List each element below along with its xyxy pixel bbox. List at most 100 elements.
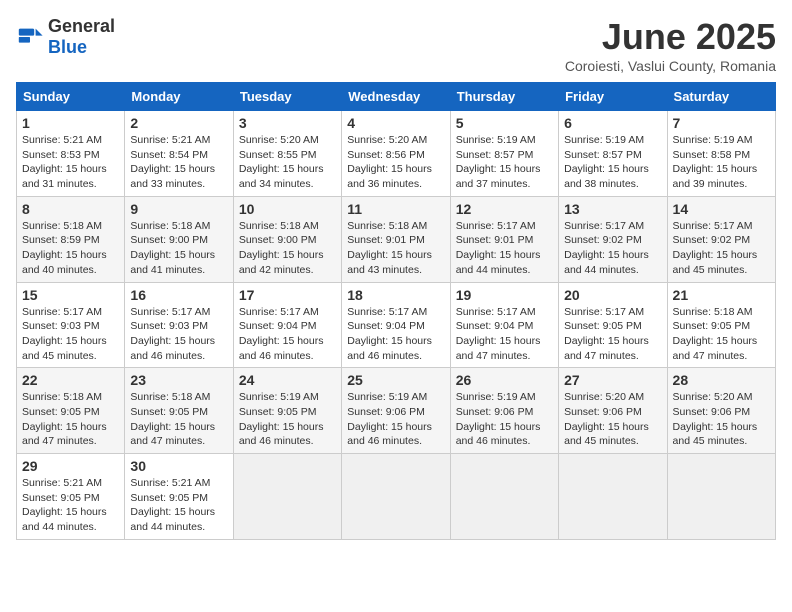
day-info: Sunrise: 5:17 AM Sunset: 9:05 PM Dayligh…: [564, 305, 661, 364]
day-number: 3: [239, 115, 336, 131]
day-cell-10: 10 Sunrise: 5:18 AM Sunset: 9:00 PM Dayli…: [233, 196, 341, 282]
day-info: Sunrise: 5:21 AM Sunset: 8:54 PM Dayligh…: [130, 133, 227, 192]
day-info: Sunrise: 5:17 AM Sunset: 9:04 PM Dayligh…: [456, 305, 553, 364]
day-number: 9: [130, 201, 227, 217]
day-number: 22: [22, 372, 119, 388]
header: General Blue June 2025 Coroiesti, Vaslui…: [16, 16, 776, 74]
day-info: Sunrise: 5:19 AM Sunset: 9:06 PM Dayligh…: [456, 390, 553, 449]
empty-cell: [342, 454, 450, 540]
day-info: Sunrise: 5:21 AM Sunset: 9:05 PM Dayligh…: [130, 476, 227, 535]
day-number: 20: [564, 287, 661, 303]
day-cell-15: 15 Sunrise: 5:17 AM Sunset: 9:03 PM Dayli…: [17, 282, 125, 368]
day-info: Sunrise: 5:17 AM Sunset: 9:04 PM Dayligh…: [347, 305, 444, 364]
header-friday: Friday: [559, 83, 667, 111]
day-info: Sunrise: 5:19 AM Sunset: 9:05 PM Dayligh…: [239, 390, 336, 449]
day-info: Sunrise: 5:21 AM Sunset: 9:05 PM Dayligh…: [22, 476, 119, 535]
day-cell-2: 2 Sunrise: 5:21 AM Sunset: 8:54 PM Daylig…: [125, 111, 233, 197]
logo-blue: Blue: [48, 37, 87, 57]
day-info: Sunrise: 5:18 AM Sunset: 9:00 PM Dayligh…: [130, 219, 227, 278]
day-number: 29: [22, 458, 119, 474]
day-info: Sunrise: 5:18 AM Sunset: 9:05 PM Dayligh…: [130, 390, 227, 449]
day-number: 15: [22, 287, 119, 303]
day-info: Sunrise: 5:17 AM Sunset: 9:02 PM Dayligh…: [564, 219, 661, 278]
header-tuesday: Tuesday: [233, 83, 341, 111]
day-info: Sunrise: 5:17 AM Sunset: 9:02 PM Dayligh…: [673, 219, 770, 278]
empty-cell: [559, 454, 667, 540]
day-number: 16: [130, 287, 227, 303]
day-cell-28: 28 Sunrise: 5:20 AM Sunset: 9:06 PM Dayli…: [667, 368, 775, 454]
day-cell-1: 1 Sunrise: 5:21 AM Sunset: 8:53 PM Daylig…: [17, 111, 125, 197]
day-info: Sunrise: 5:20 AM Sunset: 9:06 PM Dayligh…: [564, 390, 661, 449]
day-number: 4: [347, 115, 444, 131]
day-cell-18: 18 Sunrise: 5:17 AM Sunset: 9:04 PM Dayli…: [342, 282, 450, 368]
day-cell-7: 7 Sunrise: 5:19 AM Sunset: 8:58 PM Daylig…: [667, 111, 775, 197]
day-info: Sunrise: 5:17 AM Sunset: 9:04 PM Dayligh…: [239, 305, 336, 364]
day-number: 14: [673, 201, 770, 217]
day-cell-23: 23Sunrise: 5:18 AM Sunset: 9:05 PM Dayli…: [125, 368, 233, 454]
calendar-table: SundayMondayTuesdayWednesdayThursdayFrid…: [16, 82, 776, 540]
empty-cell: [450, 454, 558, 540]
day-number: 8: [22, 201, 119, 217]
day-info: Sunrise: 5:19 AM Sunset: 8:57 PM Dayligh…: [456, 133, 553, 192]
week-row-1: 1 Sunrise: 5:21 AM Sunset: 8:53 PM Daylig…: [17, 111, 776, 197]
day-number: 27: [564, 372, 661, 388]
day-number: 18: [347, 287, 444, 303]
day-cell-13: 13 Sunrise: 5:17 AM Sunset: 9:02 PM Dayli…: [559, 196, 667, 282]
day-number: 28: [673, 372, 770, 388]
day-info: Sunrise: 5:17 AM Sunset: 9:03 PM Dayligh…: [130, 305, 227, 364]
day-number: 17: [239, 287, 336, 303]
week-row-3: 15 Sunrise: 5:17 AM Sunset: 9:03 PM Dayli…: [17, 282, 776, 368]
day-number: 12: [456, 201, 553, 217]
day-cell-12: 12 Sunrise: 5:17 AM Sunset: 9:01 PM Dayli…: [450, 196, 558, 282]
day-cell-24: 24Sunrise: 5:19 AM Sunset: 9:05 PM Dayli…: [233, 368, 341, 454]
day-cell-11: 11Sunrise: 5:18 AM Sunset: 9:01 PM Dayli…: [342, 196, 450, 282]
logo-text: General Blue: [48, 16, 115, 58]
day-info: Sunrise: 5:20 AM Sunset: 8:55 PM Dayligh…: [239, 133, 336, 192]
header-thursday: Thursday: [450, 83, 558, 111]
day-info: Sunrise: 5:17 AM Sunset: 9:01 PM Dayligh…: [456, 219, 553, 278]
day-cell-19: 19 Sunrise: 5:17 AM Sunset: 9:04 PM Dayli…: [450, 282, 558, 368]
day-info: Sunrise: 5:17 AM Sunset: 9:03 PM Dayligh…: [22, 305, 119, 364]
day-info: Sunrise: 5:20 AM Sunset: 9:06 PM Dayligh…: [673, 390, 770, 449]
day-cell-8: 8Sunrise: 5:18 AM Sunset: 8:59 PM Daylig…: [17, 196, 125, 282]
day-cell-25: 25Sunrise: 5:19 AM Sunset: 9:06 PM Dayli…: [342, 368, 450, 454]
day-info: Sunrise: 5:20 AM Sunset: 8:56 PM Dayligh…: [347, 133, 444, 192]
day-number: 19: [456, 287, 553, 303]
day-cell-26: 26 Sunrise: 5:19 AM Sunset: 9:06 PM Dayli…: [450, 368, 558, 454]
day-number: 2: [130, 115, 227, 131]
day-number: 21: [673, 287, 770, 303]
week-row-5: 29 Sunrise: 5:21 AM Sunset: 9:05 PM Dayli…: [17, 454, 776, 540]
day-cell-3: 3 Sunrise: 5:20 AM Sunset: 8:55 PM Daylig…: [233, 111, 341, 197]
day-info: Sunrise: 5:21 AM Sunset: 8:53 PM Dayligh…: [22, 133, 119, 192]
header-monday: Monday: [125, 83, 233, 111]
empty-cell: [667, 454, 775, 540]
day-info: Sunrise: 5:19 AM Sunset: 8:58 PM Dayligh…: [673, 133, 770, 192]
day-number: 13: [564, 201, 661, 217]
logo: General Blue: [16, 16, 115, 58]
day-cell-30: 30 Sunrise: 5:21 AM Sunset: 9:05 PM Dayli…: [125, 454, 233, 540]
day-number: 10: [239, 201, 336, 217]
day-cell-9: 9 Sunrise: 5:18 AM Sunset: 9:00 PM Daylig…: [125, 196, 233, 282]
empty-cell: [233, 454, 341, 540]
calendar-header-row: SundayMondayTuesdayWednesdayThursdayFrid…: [17, 83, 776, 111]
day-number: 25: [347, 372, 444, 388]
day-cell-14: 14 Sunrise: 5:17 AM Sunset: 9:02 PM Dayli…: [667, 196, 775, 282]
day-number: 5: [456, 115, 553, 131]
day-number: 30: [130, 458, 227, 474]
day-info: Sunrise: 5:18 AM Sunset: 9:00 PM Dayligh…: [239, 219, 336, 278]
header-wednesday: Wednesday: [342, 83, 450, 111]
day-cell-5: 5 Sunrise: 5:19 AM Sunset: 8:57 PM Daylig…: [450, 111, 558, 197]
day-number: 26: [456, 372, 553, 388]
day-cell-21: 21Sunrise: 5:18 AM Sunset: 9:05 PM Dayli…: [667, 282, 775, 368]
day-number: 7: [673, 115, 770, 131]
day-cell-29: 29 Sunrise: 5:21 AM Sunset: 9:05 PM Dayli…: [17, 454, 125, 540]
day-cell-20: 20 Sunrise: 5:17 AM Sunset: 9:05 PM Dayli…: [559, 282, 667, 368]
header-saturday: Saturday: [667, 83, 775, 111]
week-row-2: 8Sunrise: 5:18 AM Sunset: 8:59 PM Daylig…: [17, 196, 776, 282]
week-row-4: 22 Sunrise: 5:18 AM Sunset: 9:05 PM Dayli…: [17, 368, 776, 454]
calendar-subtitle: Coroiesti, Vaslui County, Romania: [565, 58, 776, 74]
day-number: 1: [22, 115, 119, 131]
day-number: 6: [564, 115, 661, 131]
day-info: Sunrise: 5:18 AM Sunset: 9:01 PM Dayligh…: [347, 219, 444, 278]
logo-general: General: [48, 16, 115, 36]
